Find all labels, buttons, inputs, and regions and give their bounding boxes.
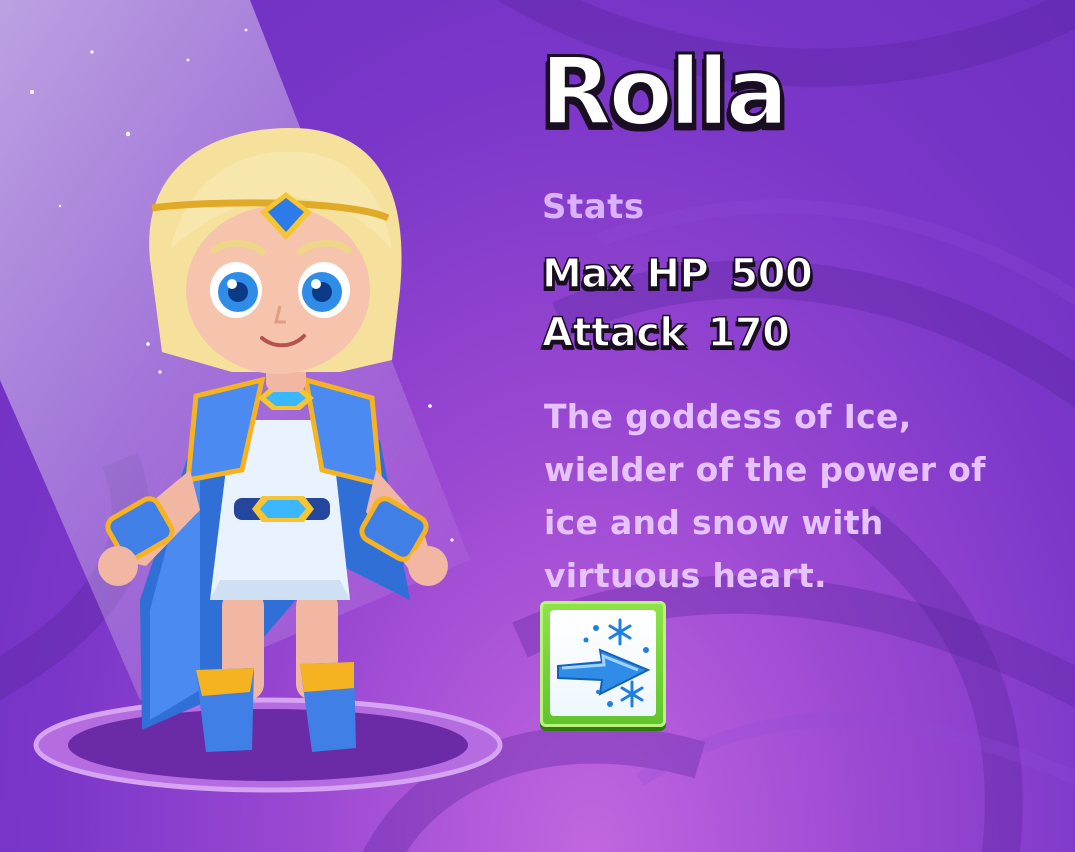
description-line: ice and snow with (544, 503, 884, 542)
description-line: The goddess of Ice, (544, 397, 912, 436)
stat-row-attack: Attack 170 (541, 310, 791, 356)
hero-description: The goddess of Ice, wielder of the power… (544, 390, 1024, 602)
ice-skill-icon-frame (550, 610, 656, 716)
ice-arrow-snowflake-icon (557, 618, 651, 708)
stat-label-max-hp: Max HP (541, 251, 709, 297)
stats-heading: Stats (542, 187, 645, 227)
stat-row-max-hp: Max HP 500 (541, 251, 814, 297)
stat-label-attack: Attack (541, 310, 687, 356)
description-line: virtuous heart. (544, 556, 827, 595)
hero-name-title: Rolla (539, 38, 791, 147)
description-line: wielder of the power of (544, 450, 986, 489)
stat-value-attack: 170 (707, 310, 791, 356)
stat-value-max-hp: 500 (730, 251, 814, 297)
hero-info-screen: Rolla Stats Max HP 500 Attack 170 The godd… (0, 0, 1075, 852)
ice-skill-button[interactable] (540, 601, 666, 727)
